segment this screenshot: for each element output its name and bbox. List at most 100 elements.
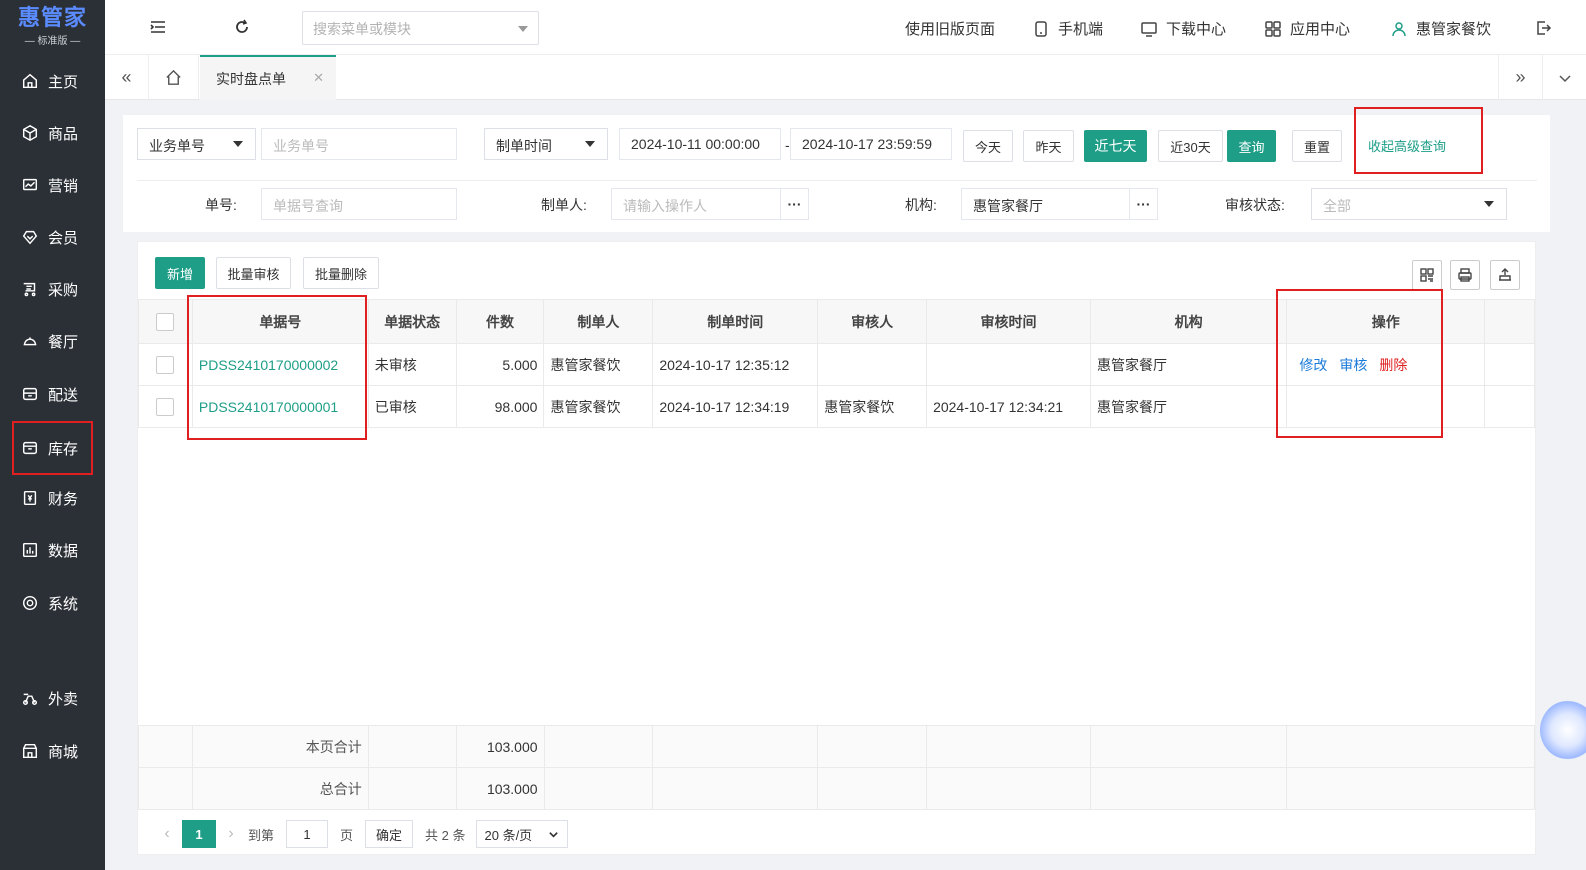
logout-icon[interactable] <box>1534 19 1552 37</box>
print-icon[interactable] <box>1450 260 1480 290</box>
date-separator: - <box>785 137 790 153</box>
home-icon <box>166 69 181 85</box>
apps-icon <box>1265 20 1281 37</box>
sidebar-item-takeout[interactable]: 外卖 <box>0 676 105 720</box>
doc-no-label: 单号: <box>205 197 237 213</box>
phone-icon <box>1035 20 1047 37</box>
batch-delete-button[interactable]: 批量删除 <box>303 257 379 289</box>
batch-audit-button[interactable]: 批量审核 <box>216 257 291 289</box>
sidebar-item-restaurant[interactable]: 餐厅 <box>0 319 105 363</box>
add-button[interactable]: 新增 <box>155 257 205 289</box>
download-center-link[interactable]: 下载中心 <box>1140 18 1226 39</box>
sidebar-item-marketing[interactable]: 营销 <box>0 163 105 207</box>
user-menu[interactable]: 惠管家餐饮 <box>1390 18 1491 39</box>
col-made-at[interactable]: 制单时间 <box>652 299 819 344</box>
sidebar-item-delivery[interactable]: 配送 <box>0 372 105 416</box>
sidebar-item-data[interactable]: 数据 <box>0 528 105 572</box>
col-status[interactable]: 单据状态 <box>367 299 457 344</box>
tabs-bar: « 实时盘点单 ✕ » <box>105 55 1586 100</box>
more-icon[interactable]: ··· <box>780 189 808 219</box>
purchase-icon <box>20 279 40 299</box>
menu-toggle-icon[interactable] <box>149 18 167 36</box>
menu-search-input[interactable]: 搜索菜单或模块 <box>302 11 539 45</box>
goto-page-input[interactable]: 1 <box>286 820 329 848</box>
tabs-menu-chevron-down-icon[interactable] <box>1542 55 1586 100</box>
sidebar-item-label: 商品 <box>48 125 79 143</box>
filter-panel: 业务单号 业务单号 制单时间 2024-10-11 00:00:00 - 202… <box>123 115 1550 232</box>
date-from-input[interactable]: 2024-10-11 00:00:00 <box>619 128 781 160</box>
select-all-cell[interactable] <box>138 299 193 344</box>
select-all-checkbox[interactable] <box>156 312 175 331</box>
org-cell: 惠管家餐厅 <box>1089 385 1288 428</box>
tab-home[interactable] <box>149 55 199 100</box>
more-icon[interactable]: ··· <box>1129 189 1157 219</box>
last-7-days-button[interactable]: 近七天 <box>1084 130 1147 162</box>
col-audited-at[interactable]: 审核时间 <box>926 299 1091 344</box>
page-1-button[interactable]: 1 <box>182 820 216 848</box>
grand-total-value: 103.000 <box>455 767 545 810</box>
assistant-float-icon[interactable] <box>1540 700 1586 760</box>
filter-divider <box>137 180 1537 181</box>
row-checkbox[interactable] <box>156 397 175 416</box>
col-auditor[interactable]: 审核人 <box>817 299 928 344</box>
goto-confirm-button[interactable]: 确定 <box>365 820 414 848</box>
qty-cell: 5.000 <box>455 343 545 386</box>
biz-number-input[interactable]: 业务单号 <box>261 128 457 160</box>
reset-button[interactable]: 重置 <box>1292 130 1342 162</box>
date-to-input[interactable]: 2024-10-17 23:59:59 <box>790 128 952 160</box>
col-maker[interactable]: 制单人 <box>543 299 654 344</box>
brand-name: 惠管家 <box>17 4 87 30</box>
brand-edition: 标准版 <box>37 35 68 47</box>
audit-status-select[interactable]: 全部 <box>1311 188 1507 220</box>
org-input[interactable]: 惠管家餐厅 ··· <box>961 188 1158 220</box>
col-org[interactable]: 机构 <box>1089 299 1288 344</box>
page-total-row: 本页合计 103.000 <box>138 725 1535 768</box>
sidebar-item-home[interactable]: 主页 <box>0 59 105 103</box>
export-icon[interactable] <box>1490 260 1520 290</box>
sidebar-item-label: 采购 <box>48 281 79 299</box>
sidebar-item-label: 财务 <box>48 490 79 508</box>
refresh-icon[interactable] <box>233 18 251 36</box>
sidebar-item-label: 库存 <box>48 440 79 458</box>
maker-input[interactable]: 请输入操作人 ··· <box>611 188 809 220</box>
prev-page-icon[interactable]: ‹ <box>152 825 182 843</box>
doc-no-input[interactable]: 单据号查询 <box>261 188 457 220</box>
yesterday-button[interactable]: 昨天 <box>1023 130 1074 162</box>
col-qty[interactable]: 件数 <box>455 299 545 344</box>
org-label: 机构: <box>905 197 937 213</box>
sidebar-item-goods[interactable]: 商品 <box>0 111 105 155</box>
tab-stocktake[interactable]: 实时盘点单 ✕ <box>200 55 336 100</box>
query-button[interactable]: 查询 <box>1227 130 1276 162</box>
sidebar-item-label: 系统 <box>48 595 79 613</box>
close-icon[interactable]: ✕ <box>313 70 324 86</box>
highlight-box-doc-no <box>187 295 367 440</box>
time-field-select[interactable]: 制单时间 <box>484 128 608 160</box>
tabs-scroll-right-icon[interactable]: » <box>1498 55 1542 100</box>
inventory-icon <box>20 438 40 458</box>
page-unit-label: 页 <box>340 827 354 843</box>
biz-field-select[interactable]: 业务单号 <box>137 128 256 160</box>
next-page-icon[interactable]: › <box>216 825 246 843</box>
org-cell: 惠管家餐厅 <box>1089 343 1288 386</box>
sidebar-item-finance[interactable]: 财务 <box>0 476 105 520</box>
home-icon <box>20 71 40 91</box>
sidebar-item-system[interactable]: 系统 <box>0 581 105 625</box>
old-version-link[interactable]: 使用旧版页面 <box>905 18 995 39</box>
today-button[interactable]: 今天 <box>963 130 1013 162</box>
pagination: ‹ 1 › 到第 1 页 确定 共 2 条 20 条/页 <box>138 812 1535 856</box>
page-size-select[interactable]: 20 条/页 <box>475 820 568 848</box>
made-at-cell: 2024-10-17 12:34:19 <box>652 385 819 428</box>
sidebar-item-label: 数据 <box>48 542 79 560</box>
tabs-scroll-left-icon[interactable]: « <box>105 55 149 100</box>
sidebar-item-purchase[interactable]: 采购 <box>0 267 105 311</box>
last-30-days-button[interactable]: 近30天 <box>1158 130 1223 162</box>
row-checkbox[interactable] <box>156 355 175 374</box>
sidebar-item-inventory[interactable]: 库存 <box>12 421 93 475</box>
sidebar-item-store[interactable]: 商城 <box>0 729 105 773</box>
totals-table: 本页合计 103.000 总合计 103.000 <box>138 725 1535 810</box>
sidebar-item-member[interactable]: 会员 <box>0 215 105 259</box>
grand-total-label: 总合计 <box>191 767 369 810</box>
app-center-link[interactable]: 应用中心 <box>1264 18 1350 39</box>
mobile-link[interactable]: 手机端 <box>1032 18 1103 39</box>
column-settings-icon[interactable] <box>1412 260 1442 290</box>
